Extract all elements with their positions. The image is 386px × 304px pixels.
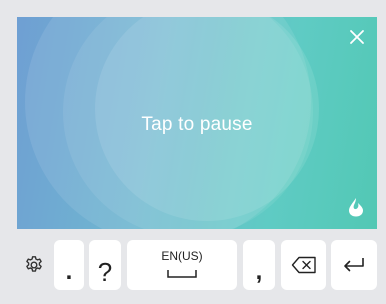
space-bar-icon xyxy=(167,270,197,278)
question-mark-key[interactable]: ? xyxy=(89,240,121,290)
question-mark-key-label: ? xyxy=(97,257,113,287)
keyboard-settings-key[interactable] xyxy=(17,240,50,290)
backspace-icon xyxy=(291,256,316,274)
voice-brand-icon xyxy=(348,197,364,217)
tap-to-pause-label[interactable]: Tap to pause xyxy=(17,114,377,136)
comma-key-label: , xyxy=(255,258,263,285)
close-button[interactable] xyxy=(347,27,367,47)
enter-icon xyxy=(344,258,364,272)
period-key[interactable]: . xyxy=(54,240,84,290)
period-key-label: . xyxy=(65,258,73,285)
space-key-language-label: EN(US) xyxy=(161,249,203,263)
backspace-key[interactable] xyxy=(281,240,326,290)
enter-key[interactable] xyxy=(331,240,377,290)
space-key[interactable]: EN(US) xyxy=(127,240,237,290)
comma-key[interactable]: , xyxy=(243,240,275,290)
close-icon xyxy=(350,30,364,44)
gear-icon xyxy=(25,256,42,272)
voice-input-panel[interactable]: Tap to pause xyxy=(17,17,377,229)
